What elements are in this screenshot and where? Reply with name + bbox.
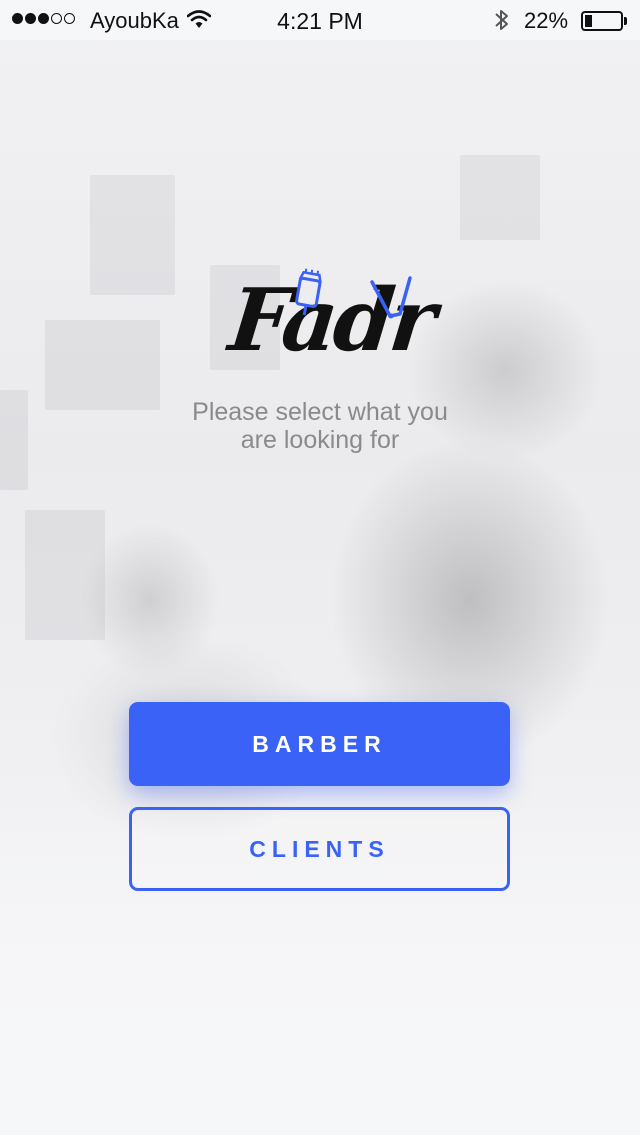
clients-button[interactable]: CLIENTS: [129, 807, 510, 891]
prompt-line-2: are looking for: [240, 426, 400, 454]
hair-clipper-icon: [295, 268, 322, 316]
barber-button[interactable]: BARBER: [129, 702, 510, 786]
straight-razor-icon: [370, 276, 412, 319]
background-photo: [0, 40, 640, 1075]
bluetooth-icon: [493, 8, 511, 38]
fadr-logo: Fadr: [222, 262, 437, 392]
selection-prompt: Please select what you are looking for: [150, 398, 490, 454]
prompt-line-1: Please select what you: [192, 398, 448, 426]
battery-percentage: 22%: [524, 8, 569, 33]
status-bar: AyoubKa 4:21 PM 22%: [0, 0, 640, 40]
battery-icon: [581, 11, 629, 33]
